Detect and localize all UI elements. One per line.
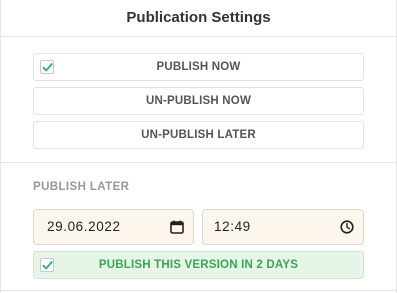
panel-title: Publication Settings (1, 0, 396, 37)
publish-later-section: PUBLISH LATER 29.06.2022 12:49 PUBLISH T… (1, 163, 396, 279)
publish-now-button[interactable]: PUBLISH NOW (33, 53, 364, 81)
publish-date-input[interactable]: 29.06.2022 (33, 209, 194, 245)
publish-date-value: 29.06.2022 (47, 219, 121, 234)
publish-time-value: 12:49 (214, 219, 251, 234)
publish-now-label: PUBLISH NOW (156, 61, 241, 73)
calendar-icon[interactable] (170, 220, 184, 234)
publish-later-inputs: 29.06.2022 12:49 (33, 209, 364, 245)
publish-actions-section: PUBLISH NOW UN-PUBLISH NOW UN-PUBLISH LA… (1, 37, 396, 163)
publish-now-checkbox[interactable] (40, 60, 54, 74)
check-icon (42, 261, 53, 270)
unpublish-now-button[interactable]: UN-PUBLISH NOW (33, 87, 364, 115)
check-icon (42, 63, 53, 72)
bottom-divider (1, 290, 396, 291)
publish-time-input[interactable]: 12:49 (202, 209, 364, 245)
unpublish-later-button[interactable]: UN-PUBLISH LATER (33, 121, 364, 149)
clock-icon[interactable] (340, 220, 354, 234)
publish-version-checkbox[interactable] (40, 258, 54, 272)
publish-later-heading: PUBLISH LATER (33, 181, 130, 193)
unpublish-later-label: UN-PUBLISH LATER (141, 129, 256, 141)
unpublish-now-label: UN-PUBLISH NOW (145, 95, 251, 107)
publish-version-label: PUBLISH THIS VERSION IN 2 DAYS (98, 259, 299, 271)
publication-settings-panel: Publication Settings PUBLISH NOW UN-PUBL… (0, 0, 397, 293)
publish-version-button[interactable]: PUBLISH THIS VERSION IN 2 DAYS (33, 251, 364, 279)
